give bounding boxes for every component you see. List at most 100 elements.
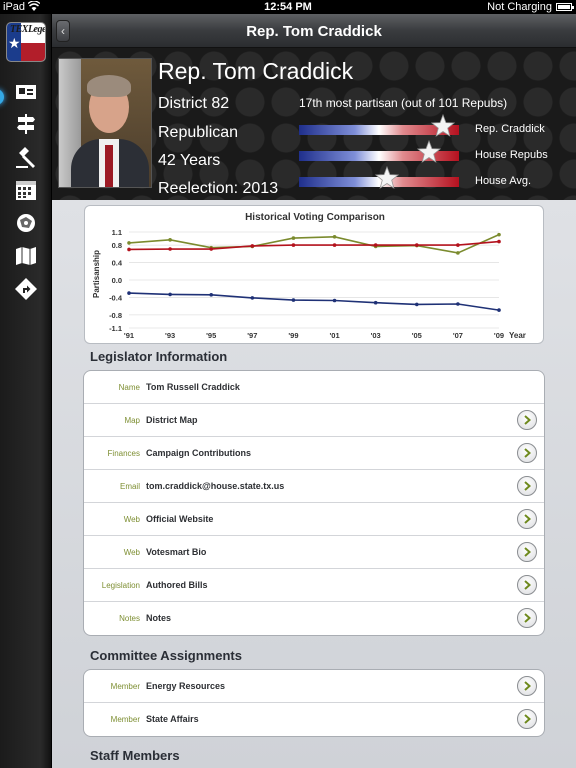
disclosure-button[interactable] — [517, 608, 537, 628]
nav-maps[interactable] — [10, 242, 42, 270]
x-tick-label: '91 — [124, 331, 134, 340]
legislator-info-table: Name Tom Russell Craddick Map District M… — [83, 370, 545, 636]
row-value: Energy Resources — [146, 681, 226, 691]
info-row-map[interactable]: Map District Map — [84, 404, 544, 437]
signpost-icon — [17, 114, 35, 134]
active-indicator — [0, 89, 4, 105]
nav-committees[interactable] — [10, 110, 42, 138]
series-line-2 — [128, 292, 500, 311]
row-value: Notes — [146, 613, 172, 623]
info-row-votesmart[interactable]: Web Votesmart Bio — [84, 536, 544, 569]
data-point — [291, 298, 296, 302]
row-key: Name — [118, 383, 140, 392]
data-point — [497, 232, 501, 237]
nav-calendar[interactable] — [10, 176, 42, 204]
committee-table: Member Energy Resources Member State Aff… — [83, 669, 545, 737]
partisan-bar-house-repubs — [299, 140, 459, 163]
district-label: District 82 — [158, 95, 230, 112]
data-point — [127, 247, 131, 252]
row-value: Official Website — [146, 514, 214, 524]
data-point — [456, 302, 460, 306]
committee-assignments-heading: Committee Assignments — [90, 648, 242, 663]
data-point — [250, 244, 255, 248]
star-marker-icon — [416, 140, 441, 163]
chevron-right-icon — [524, 613, 532, 623]
chevron-right-icon — [524, 448, 532, 458]
data-point — [250, 296, 255, 300]
data-point — [497, 308, 501, 312]
series-line-0 — [128, 233, 500, 254]
row-value: Votesmart Bio — [146, 547, 207, 557]
page-title: Rep. Tom Craddick — [246, 23, 382, 40]
row-value: District Map — [146, 415, 198, 425]
x-tick-label: '09 — [494, 331, 504, 340]
app-logo[interactable]: ★ TEXLege — [6, 22, 46, 62]
chevron-right-icon — [524, 714, 532, 724]
chevron-right-icon — [524, 481, 532, 491]
nav-directions[interactable] — [10, 275, 42, 303]
bar-label-house-avg: House Avg. — [475, 175, 532, 187]
chart-title: Historical Voting Comparison — [245, 212, 385, 223]
committee-row[interactable]: Member State Affairs — [84, 703, 544, 736]
sidebar: ★ TEXLege — [0, 14, 52, 768]
data-point — [127, 291, 131, 295]
y-tick-label: 0.4 — [112, 259, 123, 268]
row-value: State Affairs — [146, 714, 199, 724]
chart-x-axis-label: Year — [509, 331, 526, 340]
map-icon — [16, 247, 36, 265]
row-value: Campaign Contributions — [146, 448, 251, 458]
info-row-legislation[interactable]: Legislation Authored Bills — [84, 569, 544, 602]
x-tick-label: '93 — [165, 331, 175, 340]
y-tick-label: -0.8 — [109, 311, 122, 320]
disclosure-button[interactable] — [517, 542, 537, 562]
chevron-right-icon — [524, 547, 532, 557]
disclosure-button[interactable] — [517, 709, 537, 729]
disclosure-button[interactable] — [517, 476, 537, 496]
data-point — [291, 236, 296, 240]
committee-row[interactable]: Member Energy Resources — [84, 670, 544, 703]
profile-header: Rep. Tom Craddick District 82 Republican… — [52, 48, 576, 200]
disclosure-button[interactable] — [517, 443, 537, 463]
chart-y-axis-label: Partisanship — [92, 250, 101, 298]
status-bar: iPad 12:54 PM Not Charging — [0, 0, 576, 14]
info-row-notes[interactable]: Notes Notes — [84, 602, 544, 635]
disclosure-button[interactable] — [517, 676, 537, 696]
nav-districts[interactable] — [10, 209, 42, 237]
chevron-right-icon — [524, 580, 532, 590]
data-point — [209, 293, 214, 297]
navigation-bar: ‹ Rep. Tom Craddick — [52, 14, 576, 48]
legislator-name: Rep. Tom Craddick — [158, 58, 354, 84]
star-marker-icon — [431, 114, 455, 137]
row-value: Authored Bills — [146, 580, 208, 590]
x-tick-label: '97 — [247, 331, 257, 340]
detail-content[interactable]: Historical Voting Comparison Partisanshi… — [52, 200, 576, 768]
data-point — [373, 300, 378, 305]
data-point — [497, 239, 501, 244]
data-point — [168, 247, 172, 251]
data-point — [332, 243, 337, 247]
battery-icon — [556, 3, 574, 11]
nav-bills[interactable] — [10, 144, 42, 172]
voting-comparison-chart: Historical Voting Comparison Partisanshi… — [92, 212, 526, 340]
chevron-right-icon — [524, 514, 532, 524]
bar-label-house-repubs: House Repubs — [475, 149, 548, 161]
y-tick-label: 0.8 — [112, 241, 122, 250]
data-point — [456, 243, 460, 247]
info-row-finances[interactable]: Finances Campaign Contributions — [84, 437, 544, 470]
row-key: Email — [119, 482, 140, 491]
disclosure-button[interactable] — [517, 509, 537, 529]
partisan-ranking: 17th most partisan (out of 101 Repubs) — [299, 96, 508, 110]
disclosure-button[interactable] — [517, 575, 537, 595]
x-tick-label: '07 — [453, 331, 463, 340]
x-tick-label: '01 — [329, 331, 339, 340]
data-point — [373, 243, 378, 247]
bar-label-rep: Rep. Craddick — [475, 123, 545, 135]
row-key: Map — [124, 416, 140, 425]
x-tick-label: '95 — [206, 331, 216, 340]
row-value: tom.craddick@house.state.tx.us — [146, 481, 285, 491]
info-row-official-website[interactable]: Web Official Website — [84, 503, 544, 536]
info-row-email[interactable]: Email tom.craddick@house.state.tx.us — [84, 470, 544, 503]
row-key: Notes — [119, 614, 140, 623]
disclosure-button[interactable] — [517, 410, 537, 430]
nav-legislators[interactable] — [10, 78, 42, 106]
